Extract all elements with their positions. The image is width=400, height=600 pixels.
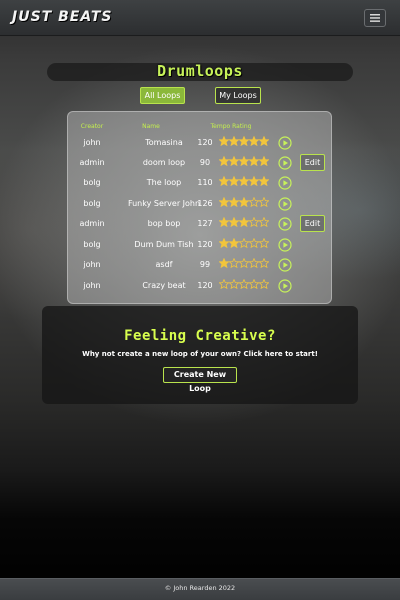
table-row: admin bop bop 127 Edit (67, 214, 332, 234)
play-circle-icon[interactable] (278, 238, 292, 252)
star-filled-icon (239, 156, 249, 166)
play-circle-icon[interactable] (278, 258, 292, 272)
star-empty-icon (239, 238, 249, 248)
star-empty-icon (249, 197, 259, 207)
creator-cell: bolg (83, 240, 101, 249)
star-filled-icon (219, 156, 229, 166)
star-filled-icon (219, 258, 229, 268)
star-empty-icon (219, 279, 229, 289)
star-filled-icon (229, 176, 239, 186)
column-header-creator: Creator (80, 123, 104, 130)
page-title: Drumloops (157, 62, 243, 80)
all-loops-button[interactable]: All Loops (140, 87, 185, 104)
hamburger-menu-icon[interactable] (364, 9, 386, 27)
my-loops-button[interactable]: My Loops (215, 87, 261, 104)
star-filled-icon (249, 156, 259, 166)
play-circle-icon[interactable] (278, 217, 292, 231)
table-row: john asdf 99 (67, 255, 332, 275)
creator-cell: bolg (83, 199, 101, 208)
tempo-cell: 90 (199, 158, 211, 167)
star-filled-icon (239, 176, 249, 186)
star-rating (219, 217, 269, 229)
star-empty-icon (229, 279, 239, 289)
tempo-cell: 126 (197, 199, 213, 208)
star-filled-icon (229, 156, 239, 166)
cta-text[interactable]: Why not create a new loop of your own? C… (0, 350, 400, 358)
star-filled-icon (219, 217, 229, 227)
tempo-cell: 99 (199, 260, 211, 269)
play-circle-icon[interactable] (278, 156, 292, 170)
star-empty-icon (229, 258, 239, 268)
star-filled-icon (219, 136, 229, 146)
table-row: bolg Dum Dum Tish 120 (67, 235, 332, 255)
star-filled-icon (239, 197, 249, 207)
edit-button[interactable]: Edit (300, 215, 325, 232)
star-rating (219, 279, 269, 291)
creator-cell: admin (79, 158, 105, 167)
tempo-cell: 120 (197, 240, 213, 249)
star-empty-icon (259, 279, 269, 289)
play-circle-icon[interactable] (278, 197, 292, 211)
table-row: bolg The loop 110 (67, 173, 332, 193)
column-header-name: Name (142, 123, 160, 130)
table-row: bolg Funky Server John 126 (67, 194, 332, 214)
star-empty-icon (239, 279, 249, 289)
star-filled-icon (219, 238, 229, 248)
play-circle-icon[interactable] (278, 176, 292, 190)
star-filled-icon (259, 136, 269, 146)
creator-cell: john (83, 260, 101, 269)
brand-logo[interactable]: JUST BEATS (12, 9, 112, 25)
edit-button[interactable]: Edit (300, 154, 325, 171)
star-rating (219, 258, 269, 270)
star-rating (219, 136, 269, 148)
cta-title: Feeling Creative? (124, 328, 276, 344)
star-empty-icon (259, 258, 269, 268)
star-filled-icon (259, 176, 269, 186)
star-filled-icon (249, 136, 259, 146)
tempo-cell: 120 (197, 138, 213, 147)
star-filled-icon (229, 197, 239, 207)
star-empty-icon (249, 258, 259, 268)
star-filled-icon (229, 136, 239, 146)
footer: © John Rearden 2022 (0, 578, 400, 600)
star-empty-icon (259, 238, 269, 248)
star-filled-icon (239, 136, 249, 146)
star-empty-icon (239, 258, 249, 268)
star-empty-icon (249, 217, 259, 227)
footer-copyright: © John Rearden 2022 (164, 584, 236, 592)
tempo-cell: 110 (197, 178, 213, 187)
star-filled-icon (239, 217, 249, 227)
star-filled-icon (259, 156, 269, 166)
star-filled-icon (219, 197, 229, 207)
navbar: JUST BEATS (0, 0, 400, 36)
play-circle-icon[interactable] (278, 136, 292, 150)
star-filled-icon (219, 176, 229, 186)
creator-cell: admin (79, 219, 105, 228)
star-filled-icon (229, 217, 239, 227)
star-rating (219, 197, 269, 209)
tempo-cell: 120 (197, 281, 213, 290)
star-rating (219, 156, 269, 168)
table-row: john Crazy beat 120 (67, 276, 332, 296)
creator-cell: bolg (83, 178, 101, 187)
star-rating (219, 238, 269, 250)
create-new-loop-button[interactable]: Create New Loop (163, 367, 237, 393)
table-row: john Tomasina 120 (67, 133, 332, 153)
table-row: admin doom loop 90 Edit (67, 153, 332, 173)
play-circle-icon[interactable] (278, 279, 292, 293)
star-filled-icon (249, 176, 259, 186)
star-empty-icon (249, 279, 259, 289)
star-empty-icon (259, 197, 269, 207)
creator-cell: john (83, 138, 101, 147)
star-empty-icon (259, 217, 269, 227)
tempo-cell: 127 (197, 219, 213, 228)
star-empty-icon (249, 238, 259, 248)
star-filled-icon (229, 238, 239, 248)
star-rating (219, 176, 269, 188)
creator-cell: john (83, 281, 101, 290)
column-header-tempo-rating: Tempo Rating (210, 123, 252, 130)
